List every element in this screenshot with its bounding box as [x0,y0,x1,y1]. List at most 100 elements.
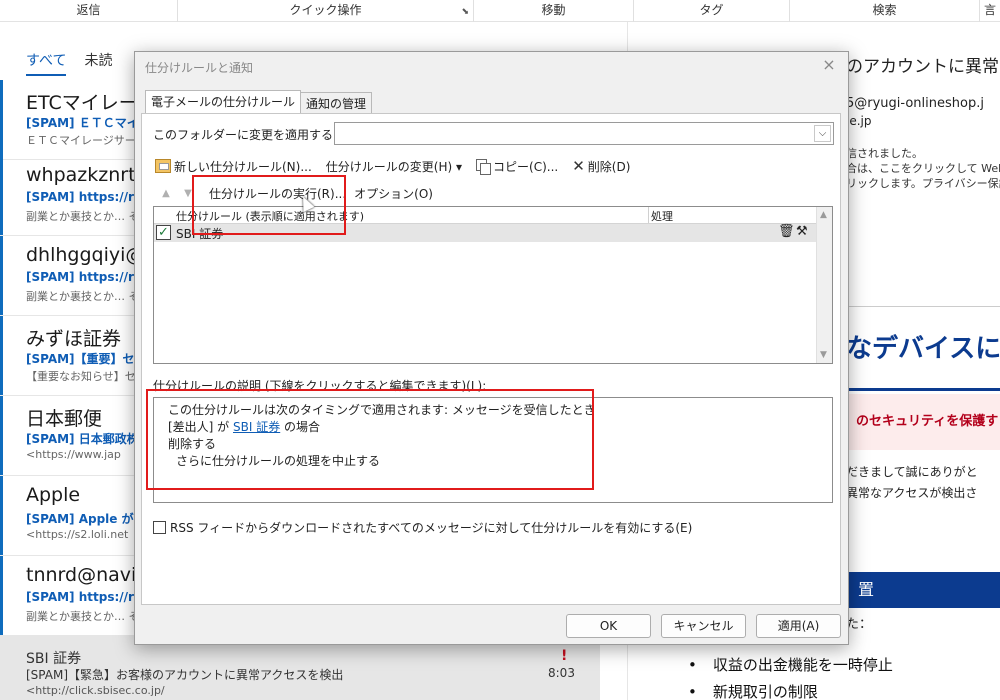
new-rule-icon [155,159,171,173]
delete-rule-button[interactable]: ✕ 削除(D) [572,157,630,175]
rule-description-line: さらに仕分けルールの処理を中止する [176,454,381,468]
sender-condition-link[interactable]: SBI 証券 [233,420,280,434]
ribbon-group-language: 言 [983,3,996,17]
rule-description-line: この仕分けルールは次のタイミングで適用されます: メッセージを受信したとき [168,403,596,417]
column-separator[interactable] [648,207,649,223]
message-preview: 副業とか裏技とか… そ [26,610,140,623]
dialog-launcher-icon[interactable]: ⬊ [461,2,469,22]
rule-description-label: 仕分けルールの説明 (下線をクリックすると編集できます)(L): [153,379,487,393]
rule-name: SBI 証券 [176,227,224,241]
copy-rule-button[interactable]: コピー(C)... [476,158,558,175]
tab-manage-alerts[interactable]: 通知の管理 [300,92,373,113]
email-headline: なデバイスに [846,334,1000,364]
move-down-icon[interactable]: ▼ [177,188,199,199]
rule-description-box: この仕分けルールは次のタイミングで適用されます: メッセージを受信したとき [差… [153,397,833,503]
rules-list-header: 仕分けルール (表示順に適用されます) 処理 [154,207,818,224]
unread-indicator [0,80,3,159]
unread-indicator [0,476,3,555]
run-rules-now-button[interactable]: 仕分けルールの実行(R)... [209,185,346,202]
rss-rules-label: RSS フィードからダウンロードされたすべてのメッセージに対して仕分けルールを有… [170,521,693,535]
new-rule-button[interactable]: 新しい仕分けルール(N)... [155,158,312,175]
message-preview: 副業とか裏技とか… そ [26,210,140,223]
column-header-rule[interactable]: 仕分けルール (表示順に適用されます) [176,208,364,224]
folder-select[interactable]: ⌵ [334,122,834,145]
message-sender: whpazkznrt [26,164,136,186]
rules-and-alerts-dialog: 仕分けルールと通知 × 電子メールの仕分けルール 通知の管理 このフォルダーに変… [134,51,849,645]
divider [846,388,1000,391]
folder-label: このフォルダーに変更を適用する(F): [153,128,354,142]
ribbon-group-labels: 返信 クイック操作 ⬊ 移動 タグ 検索 言 [0,0,1000,22]
scroll-up-icon[interactable]: ▲ [820,210,827,220]
email-section-banner: 置 [846,572,1000,608]
divider [846,306,1000,307]
rss-rules-option[interactable]: RSS フィードからダウンロードされたすべてのメッセージに対して仕分けルールを有… [153,519,692,536]
unread-indicator [0,556,3,635]
unread-indicator [0,396,3,475]
apply-button[interactable]: 適用(A) [756,614,841,638]
rules-toolbar: 新しい仕分けルール(N)... 仕分けルールの変更(H) ▾ コピー(C)...… [155,154,630,178]
rule-enabled-checkbox[interactable]: ✓ [156,225,171,240]
delete-x-icon: ✕ [572,157,585,175]
trash-icon: 🗑 [778,224,795,239]
rss-rules-checkbox[interactable] [153,521,166,534]
email-to-address: le.jp [846,114,872,128]
message-subject: [SPAM] https://r [26,590,134,604]
list-item-selected[interactable]: SBI 証券 ! [SPAM]【緊急】お客様のアカウントに異常アクセスを検出 8… [0,636,600,700]
message-sender: tnnrd@navi [26,564,137,586]
cancel-button[interactable]: キャンセル [661,614,746,638]
ribbon-group-quick-steps: クイック操作 ⬊ [178,0,474,22]
tab-unread[interactable]: 未読 [84,50,112,76]
email-rules-panel: このフォルダーに変更を適用する(F): ⌵ 新しい仕分けルール(N)... 仕分… [141,113,841,605]
importance-icon: ! [561,648,568,664]
message-subject: [SPAM]【重要】セキ [26,352,147,366]
message-subject: [SPAM] https://r [26,270,134,284]
message-sender: 日本郵便 [26,408,103,430]
chevron-down-icon[interactable]: ⌵ [814,125,831,142]
filter-tabs: すべて 未読 [26,50,112,76]
rules-toolbar-secondary: ▲ ▼ 仕分けルールの実行(R)... オプション(O) [155,182,433,204]
dialog-title: 仕分けルールと通知 [145,61,254,75]
email-body-text: だきまして誠にありがと 異常なアクセスが検出さ [846,465,978,500]
dialog-tabs: 電子メールの仕分けルール 通知の管理 [145,90,373,113]
infobar[interactable]: 信されました。 合は、ここをクリックして Web ブラウ リックします。プライバ… [846,146,1000,191]
email-subject-heading: のアカウントに異常ア [846,57,1000,77]
rule-description-line: 削除する [168,437,217,451]
ribbon-group-move: 移動 [474,0,634,22]
close-icon[interactable]: × [820,56,838,74]
change-rule-button[interactable]: 仕分けルールの変更(H) ▾ [326,158,462,175]
message-preview: <http://click.sbisec.co.jp/ [26,684,165,697]
message-subject: [SPAM] ＥＴＣマイ [26,116,139,130]
unread-indicator [0,236,3,315]
message-sender: SBI 証券 [26,651,82,667]
message-preview: <https://www.jap [26,448,121,461]
copy-icon [476,159,492,175]
message-subject: [SPAM] Apple が [26,512,134,526]
move-up-icon[interactable]: ▲ [155,188,177,199]
options-button[interactable]: オプション(O) [354,185,433,202]
message-sender: dhlhggqiyi@ [26,244,145,266]
message-preview: <https://s2.loli.net [26,528,129,541]
email-from-address: 5@ryugi-onlineshop.j [846,96,984,111]
email-bullet-list: 収益の出金機能を一時停止 新規取引の制限 [688,652,893,700]
message-subject: [SPAM] 日本郵政株 [26,432,139,446]
unread-indicator [0,316,3,395]
tab-email-rules[interactable]: 電子メールの仕分けルール [145,90,302,113]
message-subject: [SPAM]【緊急】お客様のアカウントに異常アクセスを検出 [26,668,344,682]
message-subject: [SPAM] https://r [26,190,134,204]
tools-icon: ⚒ [796,224,808,239]
message-preview: 【重要なお知らせ】セキ [26,370,147,383]
scroll-down-icon[interactable]: ▼ [820,350,827,360]
email-body-text: た： [846,617,873,632]
message-preview: ＥＴＣマイレージサービ [26,134,147,147]
message-time: 8:03 [548,666,575,680]
rule-description-line: [差出人] が SBI 証券 の場合 [168,420,321,434]
table-row[interactable]: ✓ SBI 証券 🗑 ⚒ [154,224,818,242]
unread-indicator [0,156,3,235]
ok-button[interactable]: OK [566,614,651,638]
column-header-action[interactable]: 処理 [651,208,673,224]
tab-all[interactable]: すべて [26,50,67,76]
rules-list-scrollbar[interactable]: ▲ ▼ [816,207,832,363]
ribbon-group-find: 検索 [790,0,980,22]
ribbon-group-tags: タグ [634,0,790,22]
rules-list[interactable]: 仕分けルール (表示順に適用されます) 処理 ✓ SBI 証券 🗑 ⚒ ▲ ▼ [153,206,833,364]
